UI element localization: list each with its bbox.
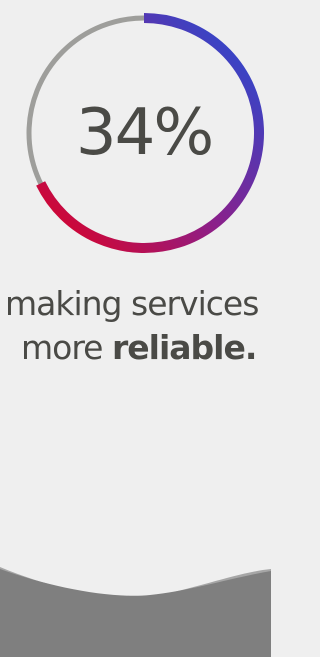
stat-caption: making services more reliable. <box>0 282 271 370</box>
caption-prefix: more <box>21 328 112 367</box>
caption-line-1: making services <box>5 284 259 323</box>
wave-dark <box>0 569 271 657</box>
caption-line-2: more reliable. <box>0 326 271 370</box>
percent-value: 34% <box>75 96 214 170</box>
bottom-wave <box>0 557 271 657</box>
caption-bold-word: reliable. <box>111 328 257 367</box>
stat-panel: 34% making services more reliable. <box>0 0 271 657</box>
